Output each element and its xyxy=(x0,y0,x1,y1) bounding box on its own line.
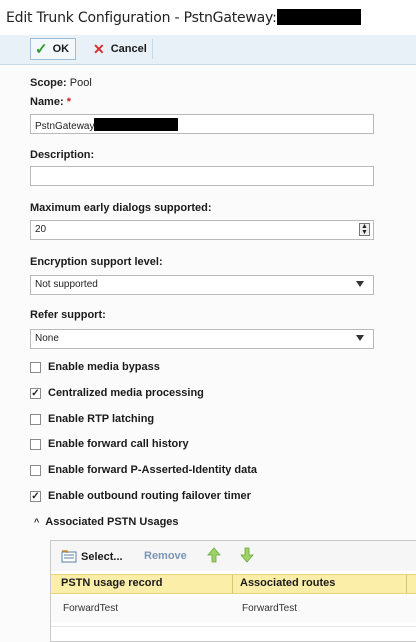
checkbox-rtp-latching[interactable]: Enable RTP latching xyxy=(30,413,154,425)
checkbox-label: Enable outbound routing failover timer xyxy=(48,490,251,502)
window-title: Edit Trunk Configuration - PstnGateway: xyxy=(6,9,361,26)
encryption-select[interactable]: Not supported xyxy=(30,275,374,295)
max-dialogs-stepper[interactable]: 20 ▲ ▼ xyxy=(30,220,374,240)
select-button[interactable]: Select... xyxy=(61,550,123,563)
scope-value: Pool xyxy=(69,77,92,89)
move-up-icon[interactable] xyxy=(207,547,221,563)
scope-row: Scope: Pool xyxy=(30,77,92,89)
title-bar: Edit Trunk Configuration - PstnGateway: xyxy=(0,0,416,36)
required-marker: * xyxy=(66,96,71,108)
close-icon: ✕ xyxy=(93,40,105,57)
select-list-icon xyxy=(61,550,77,563)
column-header-associated-routes[interactable]: Associated routes xyxy=(240,577,335,589)
max-dialogs-label: Maximum early dialogs supported: xyxy=(30,202,212,214)
cancel-button[interactable]: ✕ Cancel xyxy=(89,39,151,59)
checkbox-box[interactable] xyxy=(30,413,41,425)
dialog-toolbar: ✓ OK ✕ Cancel xyxy=(0,35,416,65)
checkbox-media-bypass[interactable]: Enable media bypass xyxy=(30,361,160,373)
grid-header-row: PSTN usage record Associated routes xyxy=(51,574,416,594)
max-dialogs-value: 20 xyxy=(35,224,47,235)
select-label: Select... xyxy=(81,550,123,563)
checkbox-label: Centralized media processing xyxy=(48,387,204,399)
associated-routes-cell: ForwardTest xyxy=(242,603,298,614)
scope-label: Scope: xyxy=(30,77,67,89)
refer-select[interactable]: None xyxy=(30,329,374,349)
usage-record-cell: ForwardTest xyxy=(63,603,119,614)
cancel-label: Cancel xyxy=(110,43,147,55)
checkbox-box[interactable]: ✓ xyxy=(30,490,41,502)
column-divider[interactable] xyxy=(406,575,407,593)
checkbox-label: Enable forward call history xyxy=(48,438,189,450)
name-field[interactable]: PstnGateway xyxy=(30,114,374,134)
grid-toolbar: Select... Remove xyxy=(51,541,416,571)
checkbox-forward-pai[interactable]: Enable forward P-Asserted-Identity data xyxy=(30,464,257,476)
checkbox-box[interactable] xyxy=(30,438,41,450)
column-header-usage-record[interactable]: PSTN usage record xyxy=(61,577,162,589)
redaction-block xyxy=(94,118,179,131)
remove-button[interactable]: Remove xyxy=(144,550,187,562)
name-value: PstnGateway xyxy=(35,121,95,132)
toolbar-separator xyxy=(152,39,153,59)
checkbox-label: Enable forward P-Asserted-Identity data xyxy=(48,464,258,476)
pstn-usages-grid: Select... Remove PSTN usage record Assoc… xyxy=(50,540,416,642)
chevron-up-icon: ^ xyxy=(34,517,40,527)
encryption-label: Encryption support level: xyxy=(30,256,163,268)
name-label-text: Name: xyxy=(30,96,64,108)
encryption-value: Not supported xyxy=(35,279,98,290)
pstn-usages-section-header[interactable]: ^ Associated PSTN Usages xyxy=(34,516,179,528)
checkbox-forward-call-history[interactable]: Enable forward call history xyxy=(30,438,189,450)
chevron-down-icon xyxy=(356,281,364,287)
ok-label: OK xyxy=(52,43,70,55)
checkbox-centralized-media[interactable]: ✓ Centralized media processing xyxy=(30,387,204,399)
checkbox-label: Enable RTP latching xyxy=(48,413,155,425)
refer-value: None xyxy=(35,333,59,344)
checkmark-icon: ✓ xyxy=(35,41,48,58)
table-row[interactable]: ForwardTest ForwardTest xyxy=(51,596,416,622)
section-title: Associated PSTN Usages xyxy=(45,516,179,528)
column-divider[interactable] xyxy=(232,575,233,593)
spinner-icon[interactable]: ▲ ▼ xyxy=(359,223,370,236)
checkbox-box[interactable] xyxy=(30,464,41,476)
checkbox-box[interactable] xyxy=(30,361,41,373)
name-label: Name: * xyxy=(30,96,71,108)
remove-label: Remove xyxy=(144,550,187,562)
checkbox-label: Enable media bypass xyxy=(48,361,160,373)
move-down-icon[interactable] xyxy=(240,547,254,563)
ok-button[interactable]: ✓ OK xyxy=(30,38,77,60)
redaction-block xyxy=(276,9,361,25)
refer-label: Refer support: xyxy=(30,309,106,321)
window-title-text: Edit Trunk Configuration - PstnGateway: xyxy=(6,10,277,26)
checkbox-failover-timer[interactable]: ✓ Enable outbound routing failover timer xyxy=(30,490,251,502)
row-divider xyxy=(51,626,416,627)
checkbox-box[interactable]: ✓ xyxy=(30,387,41,399)
description-label: Description: xyxy=(30,149,95,161)
chevron-down-icon xyxy=(356,335,364,341)
description-field[interactable] xyxy=(30,166,374,186)
